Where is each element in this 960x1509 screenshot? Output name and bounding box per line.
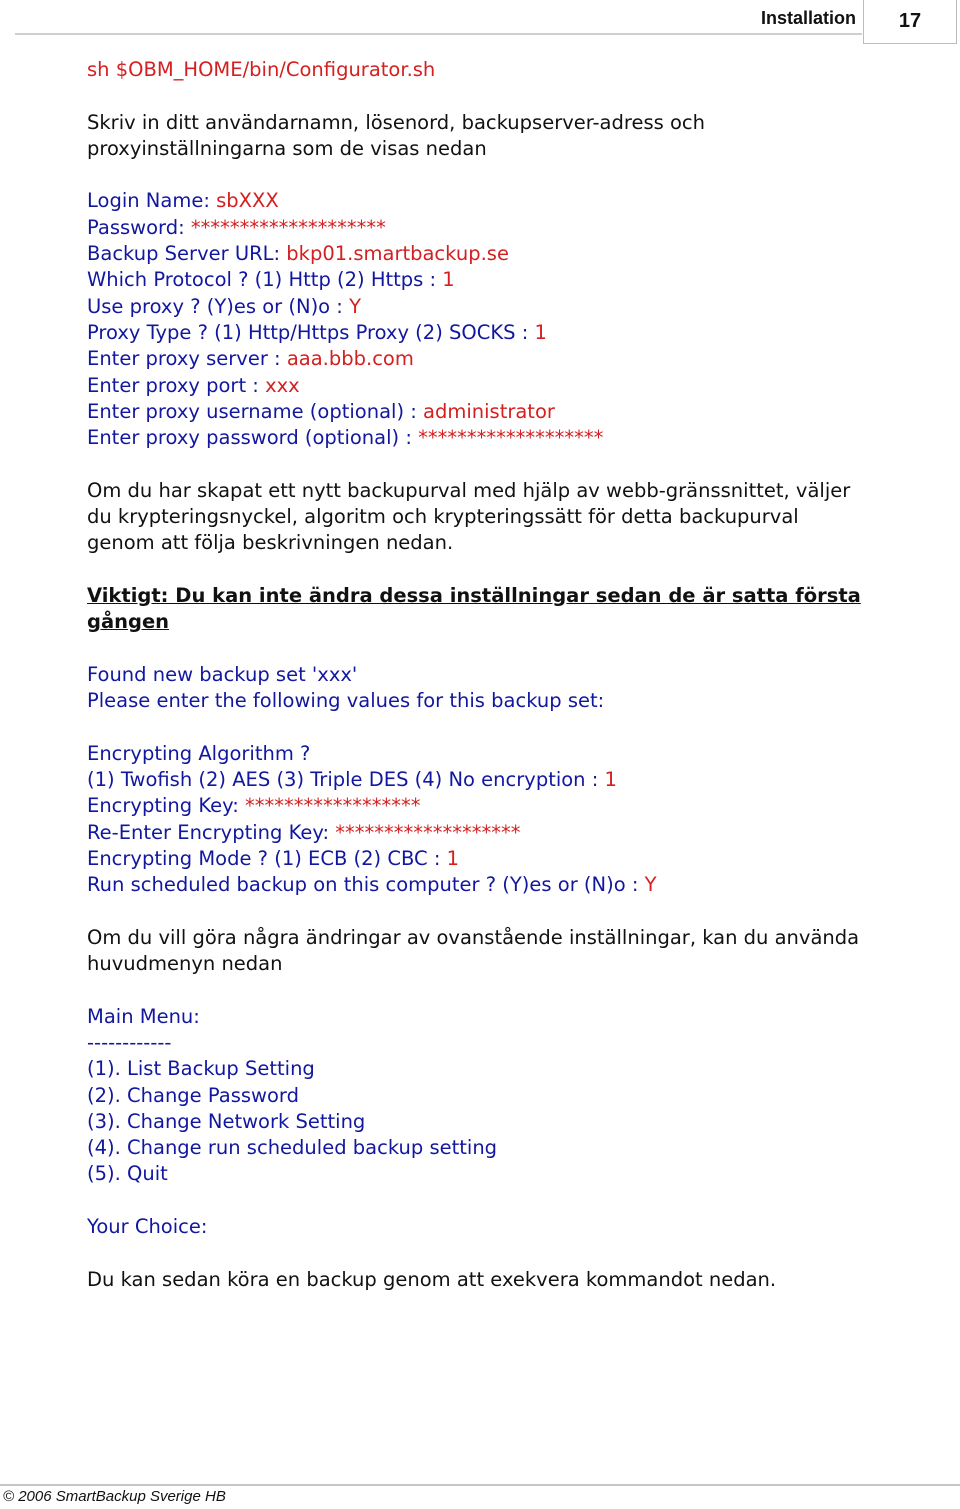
prompt-proxy-type: Proxy Type ? (1) Http/Https Proxy (2) SO… (87, 320, 957, 346)
prompt-value: Y (644, 873, 657, 897)
prompt-label: Encrypting Key: (87, 794, 246, 818)
main-menu-separator: ------------ (87, 1030, 172, 1054)
prompt-value: xxx (265, 373, 300, 397)
prompt-label: Enter proxy port : (87, 373, 266, 397)
menu-item-change-scheduled-backup: (4). Change run scheduled backup setting (87, 1136, 498, 1160)
prompt-value: ******************** (190, 215, 386, 239)
prompt-label: Encrypting Mode ? (1) ECB (2) CBC : (87, 846, 447, 870)
section-title: Installation (760, 8, 856, 28)
prompt-label: (1) Twofish (2) AES (3) Triple DES (4) N… (87, 768, 605, 792)
encrypting-algorithm-question: Encrypting Algorithm ? (87, 741, 311, 765)
prompt-use-proxy: Use proxy ? (Y)es or (N)o : Y (87, 294, 957, 320)
prompt-value: administrator (423, 399, 555, 423)
prompt-value: 1 (604, 768, 617, 792)
prompt-encrypting-mode: Encrypting Mode ? (1) ECB (2) CBC : 1 (87, 846, 957, 872)
intro-line-1: Skriv in ditt användarnamn, lösenord, ba… (87, 110, 706, 134)
footer-copyright: © 2006 SmartBackup Sverige HB (3, 1488, 226, 1505)
prompt-value: ****************** (245, 794, 421, 818)
closing-text: Du kan sedan köra en backup genom att ex… (87, 1267, 777, 1291)
prompt-encrypting-key: Encrypting Key: ****************** (87, 793, 957, 819)
prompt-value: 1 (446, 846, 460, 870)
prompt-label: Use proxy ? (Y)es or (N)o : (87, 294, 350, 318)
your-choice-prompt: Your Choice: (87, 1215, 208, 1239)
prompt-value: bkp01.smartbackup.se (286, 242, 509, 266)
prompt-label: Re-Enter Encrypting Key: (87, 820, 336, 844)
backup-set-instruction: Please enter the following values for th… (87, 689, 605, 713)
configurator-command: sh $OBM_HOME/bin/Configurator.sh (87, 58, 436, 81)
backup-set-info-line-2: du krypteringsnyckel, algoritm och krypt… (87, 505, 799, 529)
prompt-label: Proxy Type ? (1) Http/Https Proxy (2) SO… (87, 320, 535, 344)
warning-line-1: Viktigt: Du kan inte ändra dessa inställ… (87, 583, 861, 607)
prompt-label: Which Protocol ? (1) Http (2) Https : (87, 268, 443, 292)
prompt-login-name: Login Name: sbXXX (87, 188, 957, 214)
prompt-value: Y (349, 294, 362, 318)
menu-info-line-2: huvudmenyn nedan (87, 952, 283, 976)
prompt-label: Password: (87, 215, 191, 239)
prompt-proxy-password: Enter proxy password (optional) : ******… (87, 425, 957, 451)
found-backup-set: Found new backup set 'xxx' (87, 662, 358, 686)
prompt-run-scheduled: Run scheduled backup on this computer ? … (87, 872, 957, 898)
prompt-label: Enter proxy username (optional) : (87, 399, 424, 423)
prompt-protocol: Which Protocol ? (1) Http (2) Https : 1 (87, 267, 957, 293)
footer-divider (0, 1484, 960, 1486)
prompt-value: sbXXX (216, 189, 279, 213)
menu-item-change-password: (2). Change Password (87, 1083, 299, 1107)
prompt-label: Login Name: (87, 189, 217, 213)
menu-info-line-1: Om du vill göra några ändringar av ovans… (87, 925, 860, 949)
backup-set-info-line-1: Om du har skapat ett nytt backupurval me… (87, 478, 851, 502)
intro-line-2: proxyinställningarna som de visas nedan (87, 136, 487, 160)
warning-line-2: gången (87, 610, 170, 634)
prompt-value: ******************* (335, 820, 521, 844)
prompt-reenter-key: Re-Enter Encrypting Key: ***************… (87, 820, 957, 846)
page-number: 17 (898, 9, 922, 32)
prompt-backup-server-url: Backup Server URL: bkp01.smartbackup.se (87, 241, 957, 267)
config-prompts: Login Name: sbXXX Password: ************… (87, 188, 957, 451)
header-divider (15, 33, 862, 35)
prompt-proxy-port: Enter proxy port : xxx (87, 373, 957, 399)
main-menu-title: Main Menu: (87, 1004, 200, 1028)
prompt-proxy-server: Enter proxy server : aaa.bbb.com (87, 346, 957, 372)
prompt-password: Password: ******************** (87, 215, 957, 241)
menu-item-change-network-setting: (3). Change Network Setting (87, 1109, 366, 1133)
prompt-label: Backup Server URL: (87, 242, 287, 266)
prompt-value: 1 (534, 320, 547, 344)
page-number-box: 17 (863, 0, 957, 44)
prompt-label: Run scheduled backup on this computer ? … (87, 873, 645, 897)
prompt-value: aaa.bbb.com (286, 347, 414, 371)
prompt-algorithm-choice: (1) Twofish (2) AES (3) Triple DES (4) N… (87, 767, 957, 793)
prompt-value: 1 (442, 268, 455, 292)
menu-item-list-backup-setting: (1). List Backup Setting (87, 1057, 315, 1081)
prompt-proxy-username: Enter proxy username (optional) : admini… (87, 399, 957, 425)
prompt-label: Enter proxy server : (87, 347, 287, 371)
menu-item-quit: (5). Quit (87, 1162, 168, 1186)
backup-set-info-line-3: genom att följa beskrivningen nedan. (87, 531, 454, 555)
prompt-value: ******************* (418, 426, 604, 450)
prompt-label: Enter proxy password (optional) : (87, 426, 419, 450)
page-content: sh $OBM_HOME/bin/Configurator.sh Skriv i… (87, 57, 957, 1293)
